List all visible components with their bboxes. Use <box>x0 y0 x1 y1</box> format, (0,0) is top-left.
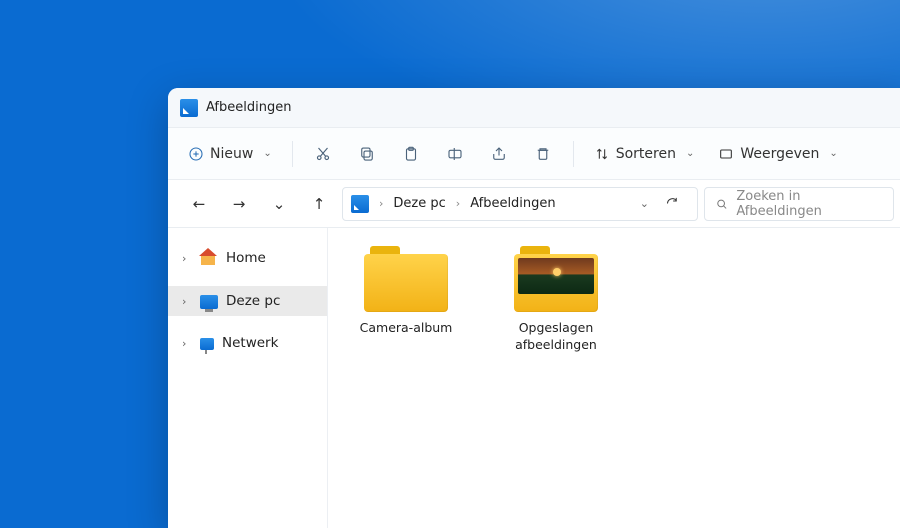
clipboard-icon <box>402 145 420 163</box>
sidebar-item-label: Netwerk <box>222 335 278 351</box>
view-icon <box>718 146 734 162</box>
back-button[interactable]: ← <box>182 187 216 221</box>
sidebar-item-home[interactable]: › Home <box>168 242 327 274</box>
breadcrumb-root[interactable]: Deze pc <box>393 196 445 211</box>
folder-icon <box>514 246 598 312</box>
sort-button[interactable]: Sorteren ⌄ <box>584 140 705 168</box>
chevron-right-icon: › <box>456 197 460 210</box>
folder-icon <box>364 246 448 312</box>
scissors-icon <box>314 145 332 163</box>
view-button[interactable]: Weergeven ⌄ <box>708 140 847 168</box>
search-icon <box>715 197 728 211</box>
folder-label: Camera-album <box>360 320 453 337</box>
sidebar-item-label: Deze pc <box>226 293 280 309</box>
paste-button[interactable] <box>391 134 431 174</box>
chevron-right-icon: › <box>182 252 192 265</box>
new-button[interactable]: Nieuw ⌄ <box>178 140 282 168</box>
copy-button[interactable] <box>347 134 387 174</box>
chevron-right-icon: › <box>182 337 192 350</box>
pictures-library-icon <box>351 195 369 213</box>
plus-circle-icon <box>188 146 204 162</box>
sidebar-item-network[interactable]: › Netwerk <box>168 328 327 358</box>
chevron-down-icon: ⌄ <box>263 148 271 159</box>
chevron-down-icon: ⌄ <box>829 148 837 159</box>
pictures-library-icon <box>180 99 198 117</box>
up-button[interactable]: ↑ <box>302 187 336 221</box>
new-button-label: Nieuw <box>210 146 253 162</box>
home-icon <box>200 249 218 267</box>
sort-icon <box>594 146 610 162</box>
trash-icon <box>534 145 552 163</box>
network-icon <box>200 338 214 350</box>
refresh-button[interactable] <box>655 187 689 221</box>
explorer-body: › Home › Deze pc › Netwerk Camera-album <box>168 228 900 528</box>
forward-button[interactable]: → <box>222 187 256 221</box>
folder-item[interactable]: Opgeslagen afbeeldingen <box>498 246 614 354</box>
share-icon <box>490 145 508 163</box>
rename-button[interactable] <box>435 134 475 174</box>
folder-label: Opgeslagen afbeeldingen <box>498 320 614 354</box>
command-bar: Nieuw ⌄ Sorteren ⌄ Weergeven <box>168 128 900 180</box>
view-button-label: Weergeven <box>740 146 819 162</box>
navigation-bar: ← → ⌄ ↑ › Deze pc › Afbeeldingen ⌄ Zoeke… <box>168 180 900 228</box>
rename-icon <box>446 145 464 163</box>
sidebar-item-label: Home <box>226 250 266 266</box>
titlebar[interactable]: Afbeeldingen <box>168 88 900 128</box>
share-button[interactable] <box>479 134 519 174</box>
address-dropdown-icon[interactable]: ⌄ <box>640 197 649 210</box>
sidebar-item-this-pc[interactable]: › Deze pc <box>168 286 327 316</box>
cut-button[interactable] <box>303 134 343 174</box>
file-explorer-window: Afbeeldingen Nieuw ⌄ Sorteren <box>168 88 900 528</box>
folder-content[interactable]: Camera-album Opgeslagen afbeeldingen <box>328 228 900 528</box>
address-bar[interactable]: › Deze pc › Afbeeldingen ⌄ <box>342 187 698 221</box>
folder-thumbnail <box>518 258 594 294</box>
sort-button-label: Sorteren <box>616 146 676 162</box>
chevron-down-icon: ⌄ <box>686 148 694 159</box>
delete-button[interactable] <box>523 134 563 174</box>
search-box[interactable]: Zoeken in Afbeeldingen <box>704 187 894 221</box>
navigation-pane: › Home › Deze pc › Netwerk <box>168 228 328 528</box>
search-placeholder: Zoeken in Afbeeldingen <box>736 189 883 219</box>
monitor-icon <box>200 295 218 309</box>
breadcrumb-current[interactable]: Afbeeldingen <box>470 196 555 211</box>
copy-icon <box>358 145 376 163</box>
folder-item[interactable]: Camera-album <box>348 246 464 337</box>
chevron-right-icon: › <box>182 295 192 308</box>
chevron-right-icon: › <box>379 197 383 210</box>
refresh-icon <box>665 196 680 211</box>
window-title: Afbeeldingen <box>206 100 291 115</box>
recent-locations-button[interactable]: ⌄ <box>262 187 296 221</box>
separator <box>292 141 293 167</box>
separator <box>573 141 574 167</box>
